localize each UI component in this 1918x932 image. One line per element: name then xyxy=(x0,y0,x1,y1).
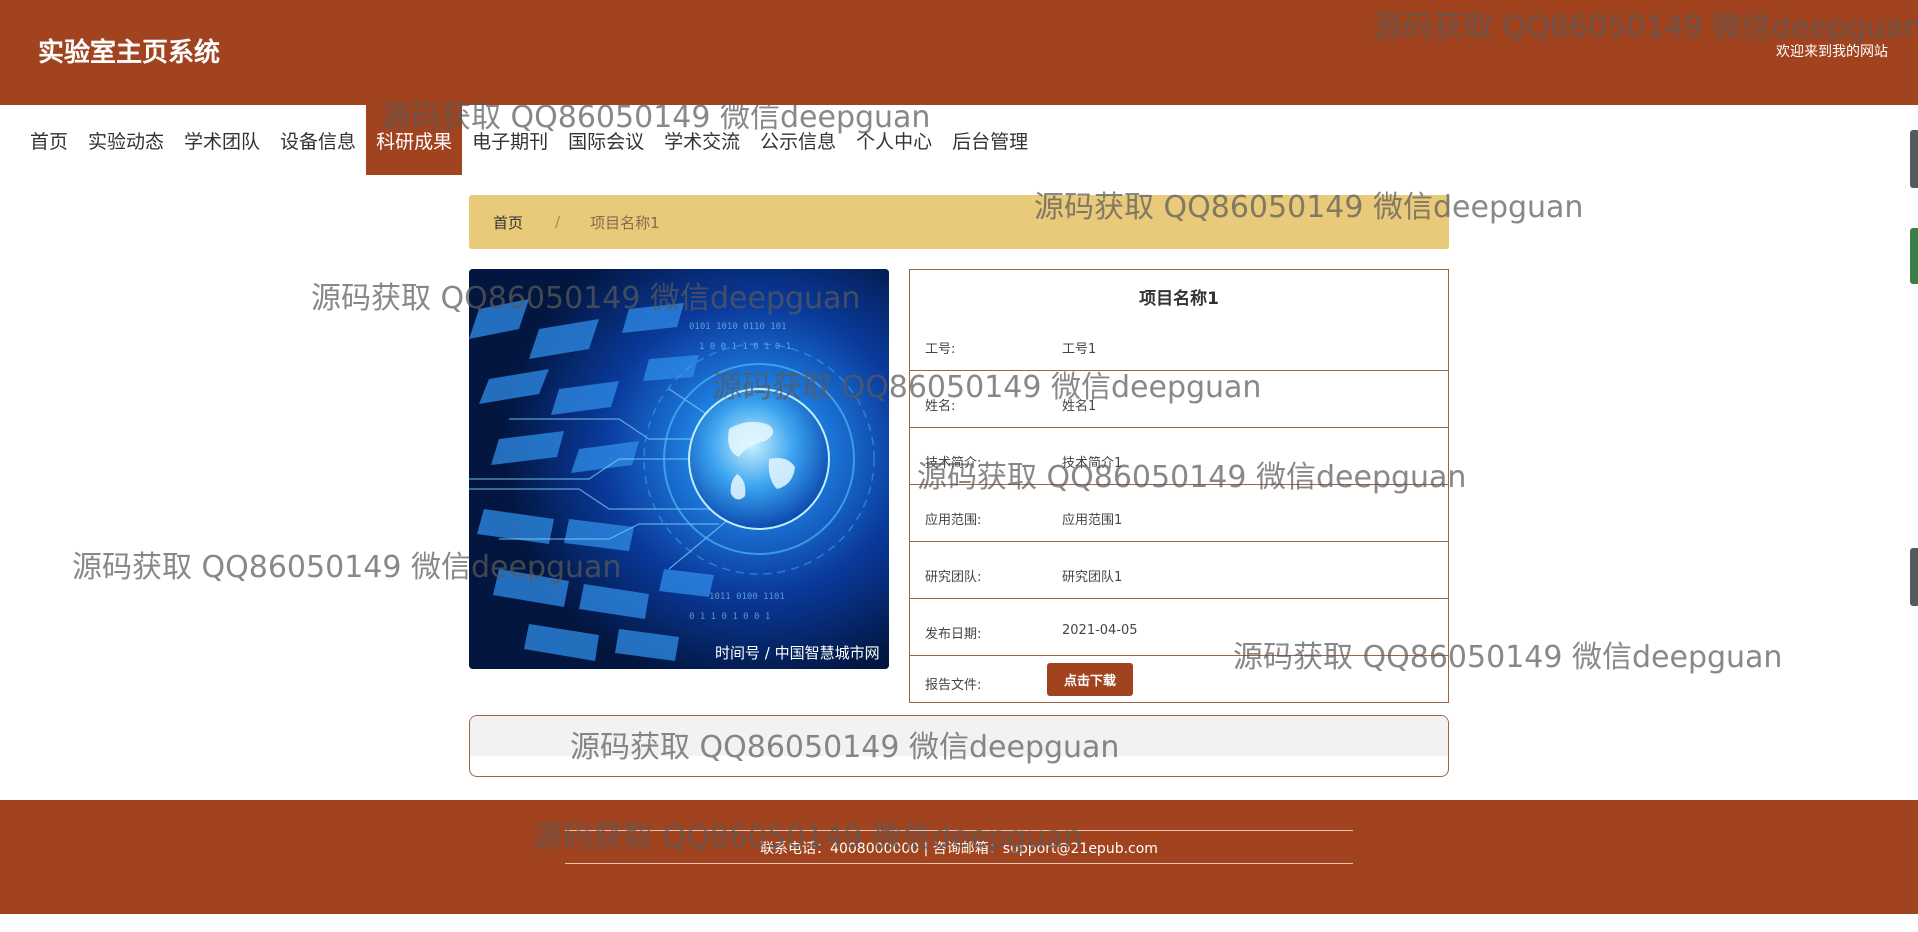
project-image: 0101 1010 0110 101 1 0 0 1 1 0 1 0 1 101… xyxy=(469,269,889,669)
breadcrumb-current: 项目名称1 xyxy=(590,213,660,232)
field-value: 研究团队1 xyxy=(1062,570,1123,585)
nav-item-academic-exchange[interactable]: 学术交流 xyxy=(654,105,750,175)
breadcrumb: 首页 / 项目名称1 xyxy=(469,195,1449,249)
field-row-application-scope: 应用范围: 应用范围1 xyxy=(910,485,1448,542)
field-label: 工号: xyxy=(925,342,956,357)
header-bar: 实验室主页系统 欢迎来到我的网站 xyxy=(0,0,1918,105)
breadcrumb-separator: / xyxy=(555,213,561,231)
field-row-report-file: 报告文件: 点击下载 xyxy=(910,656,1448,703)
field-label: 发布日期: xyxy=(925,627,982,642)
svg-text:0101 1010 0110 101: 0101 1010 0110 101 xyxy=(689,322,787,332)
footer-contact: 联系电话：4008000000 | 咨询邮箱：support@21epub.co… xyxy=(760,841,1158,857)
side-widget[interactable] xyxy=(1910,228,1918,284)
nav-item-personal-center[interactable]: 个人中心 xyxy=(846,105,942,175)
svg-text:0 1 1 0 1 0 0 1: 0 1 1 0 1 0 0 1 xyxy=(689,612,770,622)
footer-divider xyxy=(565,830,1353,831)
field-row-research-team: 研究团队: 研究团队1 xyxy=(910,542,1448,599)
page: 实验室主页系统 欢迎来到我的网站 首页 实验动态 学术团队 设备信息 科研成果 … xyxy=(0,0,1918,932)
field-label: 姓名: xyxy=(925,399,956,414)
nav-item-admin[interactable]: 后台管理 xyxy=(942,105,1038,175)
field-value: 工号1 xyxy=(1062,342,1097,357)
footer-divider xyxy=(565,863,1353,864)
field-row-employee-id: 工号: 工号1 xyxy=(910,320,1448,371)
footer: 联系电话：4008000000 | 咨询邮箱：support@21epub.co… xyxy=(0,800,1918,914)
main-nav: 首页 实验动态 学术团队 设备信息 科研成果 电子期刊 国际会议 学术交流 公示… xyxy=(20,105,1038,175)
side-widget[interactable] xyxy=(1910,130,1918,188)
digital-globe-image: 0101 1010 0110 101 1 0 0 1 1 0 1 0 1 101… xyxy=(469,269,889,669)
nav-item-academic-team[interactable]: 学术团队 xyxy=(174,105,270,175)
field-row-publish-date: 发布日期: 2021-04-05 xyxy=(910,599,1448,656)
nav-item-conferences[interactable]: 国际会议 xyxy=(558,105,654,175)
content-area xyxy=(470,716,1448,756)
field-value: 应用范围1 xyxy=(1062,513,1123,528)
project-content-box xyxy=(469,715,1449,777)
download-button[interactable]: 点击下载 xyxy=(1047,663,1133,696)
project-detail-panel: 项目名称1 工号: 工号1 姓名: 姓名1 技术简介: 技术简介1 应用范围: … xyxy=(909,269,1449,703)
field-label: 研究团队: xyxy=(925,570,982,585)
image-caption: 时间号 / 中国智慧城市网 xyxy=(715,644,880,662)
breadcrumb-home-link[interactable]: 首页 xyxy=(493,212,523,233)
nav-item-home[interactable]: 首页 xyxy=(20,105,78,175)
nav-item-announcements[interactable]: 公示信息 xyxy=(750,105,846,175)
field-label: 技术简介: xyxy=(925,456,982,471)
nav-item-research-results[interactable]: 科研成果 xyxy=(366,105,463,175)
svg-text:1011 0100 1101: 1011 0100 1101 xyxy=(709,592,785,602)
field-value: 2021-04-05 xyxy=(1062,623,1138,638)
welcome-text: 欢迎来到我的网站 xyxy=(1776,44,1888,60)
field-value: 姓名1 xyxy=(1062,399,1097,414)
nav-item-equipment[interactable]: 设备信息 xyxy=(270,105,366,175)
field-row-name: 姓名: 姓名1 xyxy=(910,371,1448,428)
side-widget[interactable] xyxy=(1910,548,1918,606)
field-label: 应用范围: xyxy=(925,513,982,528)
nav-item-e-journals[interactable]: 电子期刊 xyxy=(462,105,558,175)
field-value: 技术简介1 xyxy=(1062,456,1123,471)
field-row-tech-intro: 技术简介: 技术简介1 xyxy=(910,428,1448,485)
nav-item-lab-news[interactable]: 实验动态 xyxy=(78,105,174,175)
project-title: 项目名称1 xyxy=(1139,289,1219,309)
svg-text:1 0 0 1 1 0 1 0 1: 1 0 0 1 1 0 1 0 1 xyxy=(699,342,791,352)
site-title: 实验室主页系统 xyxy=(38,38,221,68)
field-label: 报告文件: xyxy=(925,678,982,693)
